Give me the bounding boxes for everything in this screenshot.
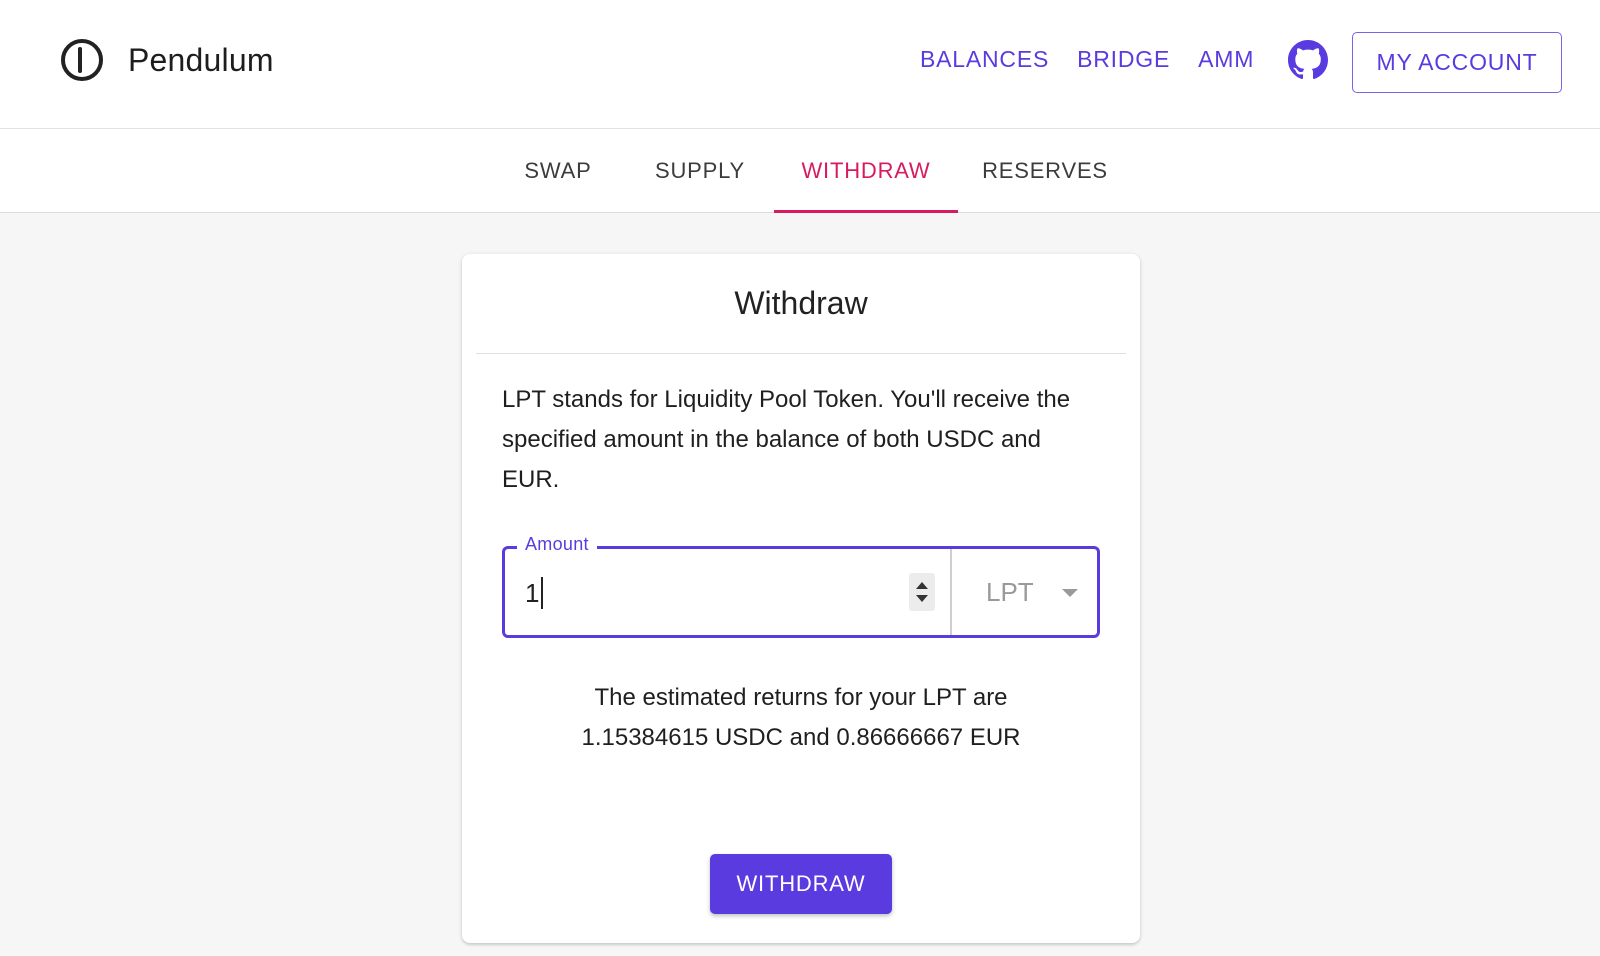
estimated-returns: The estimated returns for your LPT are 1… — [502, 678, 1100, 758]
text-caret — [541, 577, 544, 609]
active-tab-indicator — [774, 210, 958, 213]
amount-stepper[interactable] — [909, 573, 935, 611]
amount-label: Amount — [517, 534, 597, 555]
returns-line-2: 1.15384615 USDC and 0.86666667 EUR — [581, 724, 1021, 751]
returns-line-1: The estimated returns for your LPT are — [594, 684, 1008, 711]
amount-input[interactable]: 1 — [525, 577, 544, 609]
token-select-value: LPT — [986, 577, 1034, 607]
my-account-button[interactable]: MY ACCOUNT — [1352, 32, 1562, 93]
tab-swap[interactable]: SWAP — [505, 129, 611, 213]
nav-bridge[interactable]: BRIDGE — [1077, 46, 1170, 73]
github-icon[interactable] — [1288, 40, 1328, 80]
amm-tabs: SWAP SUPPLY WITHDRAW RESERVES — [0, 129, 1600, 213]
withdraw-card: Withdraw LPT stands for Liquidity Pool T… — [462, 254, 1140, 943]
pendulum-logo-icon — [61, 39, 103, 81]
lpt-description: LPT stands for Liquidity Pool Token. You… — [502, 386, 1071, 493]
chevron-down-icon — [1062, 589, 1078, 597]
tab-withdraw[interactable]: WITHDRAW — [774, 129, 958, 213]
amount-value: 1 — [525, 577, 540, 608]
top-app-bar: Pendulum BALANCES BRIDGE AMM MY ACCOUNT — [0, 0, 1600, 129]
nav-balances[interactable]: BALANCES — [920, 46, 1049, 73]
amount-field: Amount 1 LPT — [502, 534, 1100, 638]
tab-withdraw-label: WITHDRAW — [801, 158, 931, 183]
brand-name: Pendulum — [128, 41, 274, 78]
stepper-up-icon[interactable] — [916, 582, 928, 589]
card-title: Withdraw — [476, 254, 1126, 354]
brand[interactable]: Pendulum — [60, 38, 274, 82]
withdraw-button[interactable]: WITHDRAW — [710, 854, 892, 914]
main-nav: BALANCES BRIDGE AMM — [920, 46, 1282, 73]
tab-reserves[interactable]: RESERVES — [980, 129, 1110, 213]
tab-supply[interactable]: SUPPLY — [652, 129, 748, 213]
stepper-down-icon[interactable] — [916, 595, 928, 602]
token-select[interactable]: LPT — [952, 549, 1097, 635]
nav-amm[interactable]: AMM — [1198, 46, 1254, 73]
